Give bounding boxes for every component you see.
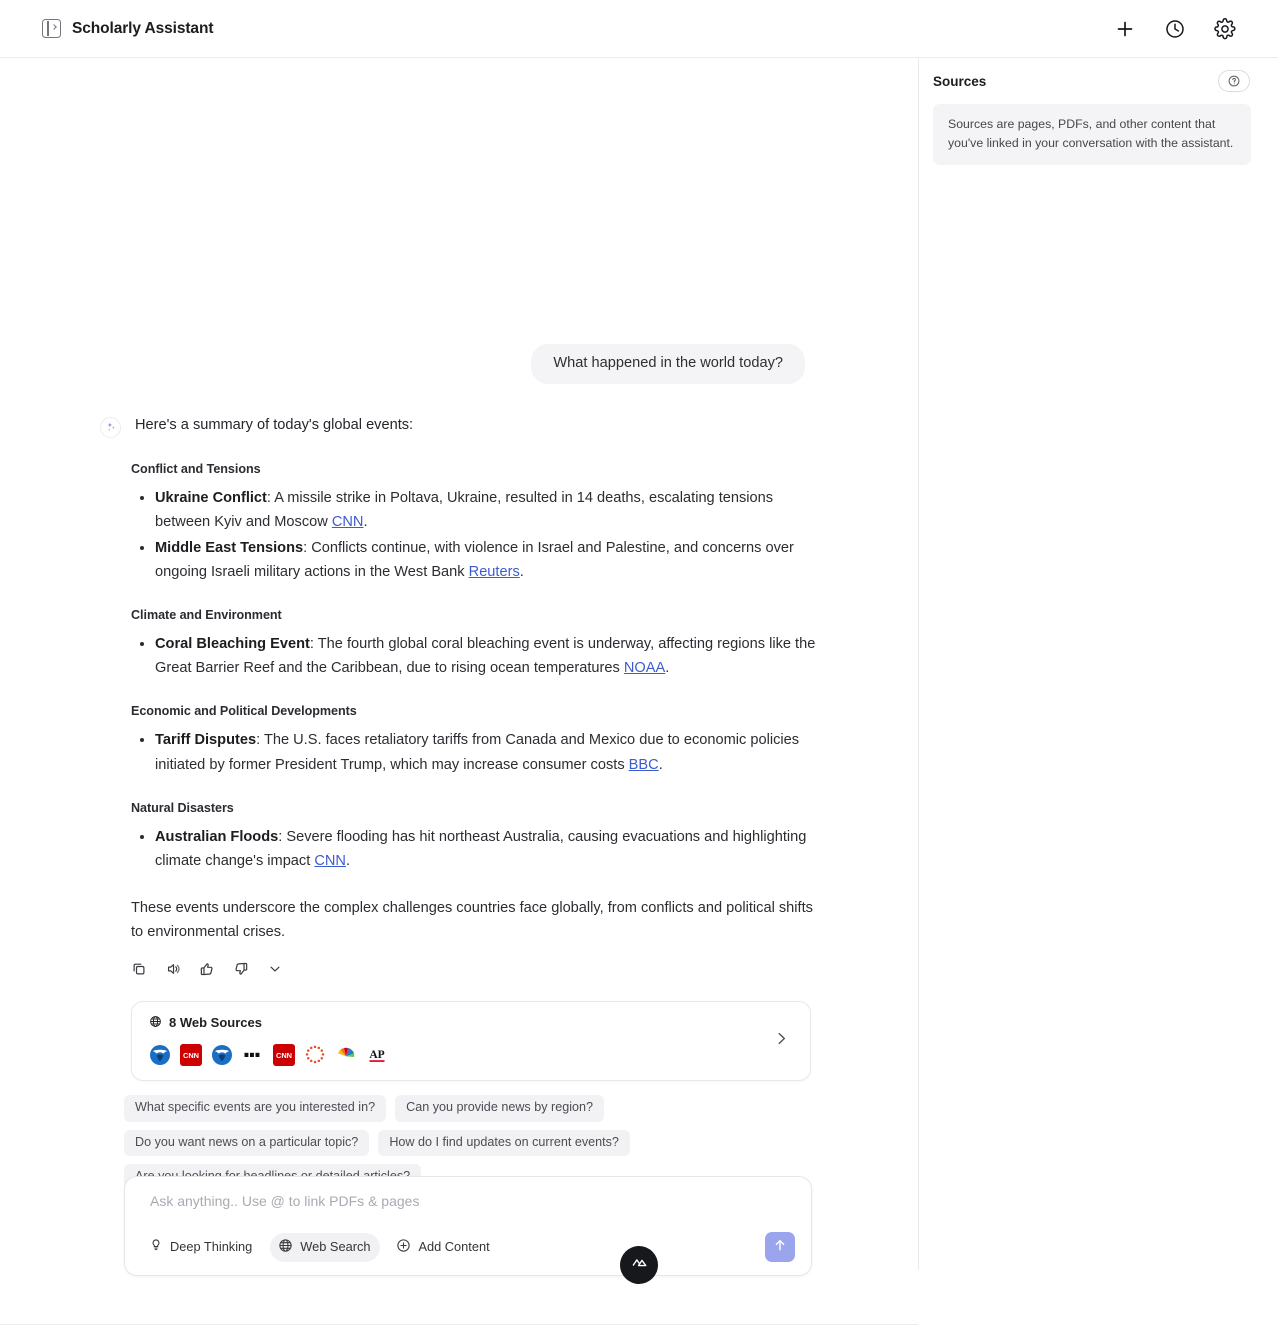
clock-icon[interactable] (1164, 18, 1186, 40)
svg-text:AP: AP (369, 1049, 384, 1061)
message-actions (131, 961, 818, 982)
item-text-tail: . (519, 564, 524, 581)
section-bullet-list: Australian Floods: Severe flooding has h… (131, 825, 818, 873)
send-arrow-icon (772, 1237, 788, 1258)
assistant-closing-text: These events underscore the complex chal… (131, 899, 813, 940)
list-item: Australian Floods: Severe flooding has h… (155, 825, 818, 873)
source-link[interactable]: Reuters (469, 564, 520, 580)
copy-icon[interactable] (131, 961, 147, 982)
thumbs-down-icon[interactable] (233, 961, 249, 982)
item-label: Tariff Disputes (155, 732, 257, 749)
web-search-toggle[interactable]: Web Search (270, 1232, 381, 1262)
header-left-group: Scholarly Assistant (0, 19, 213, 38)
reuters-logo (304, 1044, 326, 1066)
section-heading: Conflict and Tensions (131, 461, 261, 476)
web-sources-header: 8 Web Sources (149, 1015, 794, 1031)
conversation-thread: What happened in the world today? Here's… (0, 58, 918, 1192)
section-heading: Economic and Political Developments (131, 704, 357, 719)
ap-news-logo: AP (366, 1044, 388, 1066)
user-message-bubble: What happened in the world today? (531, 344, 805, 384)
add-content-label: Add Content (418, 1239, 490, 1254)
section-heading: Natural Disasters (131, 800, 234, 815)
item-text-tail: . (363, 514, 368, 531)
list-item: Middle East Tensions: Conflicts continue… (155, 536, 818, 584)
speaker-icon[interactable] (165, 961, 181, 982)
suggestion-chip[interactable]: What specific events are you interested … (124, 1094, 387, 1122)
section-bullet-list: Ukraine Conflict: A missile strike in Po… (131, 486, 818, 584)
web-sources-card[interactable]: 8 Web Sources CNN CNN AP (131, 1000, 811, 1081)
sidebar-toggle-icon[interactable] (42, 19, 61, 38)
sources-description: Sources are pages, PDFs, and other conte… (933, 104, 1251, 166)
list-item: Coral Bleaching Event: The fourth global… (155, 632, 818, 680)
list-item: Ukraine Conflict: A missile strike in Po… (155, 486, 818, 534)
svg-text:CNN: CNN (183, 1051, 199, 1060)
question-mark-icon[interactable] (1218, 70, 1250, 92)
chat-input[interactable] (141, 1193, 795, 1209)
app-title: Scholarly Assistant (72, 19, 214, 37)
header-actions (1114, 17, 1278, 40)
plus-icon[interactable] (1114, 18, 1136, 40)
composer-toolbar: Deep Thinking Web Search Add Content (141, 1232, 795, 1262)
mountain-logo-icon (630, 1253, 649, 1277)
plus-circle-icon (396, 1238, 411, 1256)
suggestion-chip[interactable]: Do you want news on a particular topic? (124, 1129, 370, 1157)
cnn-logo: CNN (273, 1043, 295, 1066)
item-label: Middle East Tensions (155, 540, 304, 557)
sources-title: Sources (933, 73, 987, 89)
item-text-tail: . (658, 756, 663, 773)
suggestion-chip[interactable]: How do I find updates on current events? (378, 1129, 630, 1157)
noaa-logo (149, 1044, 171, 1066)
item-label: Coral Bleaching Event (155, 636, 310, 653)
app-header: Scholarly Assistant (0, 0, 1278, 58)
bbc-logo (242, 1044, 264, 1066)
item-label: Ukraine Conflict (155, 489, 267, 506)
web-sources-label: 8 Web Sources (169, 1015, 262, 1031)
source-link[interactable]: CNN (314, 853, 346, 869)
assistant-message: Here's a summary of today's global event… (0, 384, 918, 1192)
chevron-down-icon[interactable] (267, 961, 283, 982)
user-message-row: What happened in the world today? (0, 58, 918, 384)
nbc-news-logo (335, 1044, 357, 1066)
svg-text:CNN: CNN (276, 1051, 292, 1060)
assistant-intro-row: Here's a summary of today's global event… (100, 415, 818, 438)
noaa-logo (211, 1044, 233, 1066)
lightbulb-icon (149, 1238, 163, 1255)
send-button[interactable] (765, 1232, 795, 1262)
globe-icon (149, 1015, 162, 1031)
source-link[interactable]: CNN (332, 514, 364, 530)
deep-thinking-toggle[interactable]: Deep Thinking (141, 1233, 262, 1261)
brand-badge[interactable] (620, 1246, 658, 1284)
suggestion-chip[interactable]: Can you provide news by region? (395, 1094, 605, 1122)
conversation-area: What happened in the world today? Here's… (0, 58, 918, 1325)
sparkles-icon (100, 416, 121, 438)
sources-panel-header: Sources (919, 58, 1278, 92)
source-link[interactable]: BBC (629, 757, 659, 773)
globe-icon (278, 1238, 293, 1256)
list-item: Tariff Disputes: The U.S. faces retaliat… (155, 728, 818, 776)
assistant-intro-text: Here's a summary of today's global event… (135, 416, 414, 433)
source-link[interactable]: NOAA (624, 660, 665, 676)
cnn-logo: CNN (180, 1043, 202, 1066)
section-heading: Climate and Environment (131, 608, 282, 623)
thumbs-up-icon[interactable] (199, 961, 215, 982)
web-search-label: Web Search (300, 1239, 371, 1254)
item-text-tail: . (665, 660, 670, 677)
composer: Deep Thinking Web Search Add Content (124, 1176, 812, 1276)
gear-icon[interactable] (1214, 17, 1236, 40)
item-text-tail: . (345, 852, 351, 869)
assistant-sections: Conflict and Tensions Ukraine Conflict: A… (131, 462, 818, 873)
web-sources-logo-row: CNN CNN AP (149, 1043, 794, 1066)
item-label: Australian Floods (155, 828, 279, 845)
chevron-right-icon[interactable] (773, 1030, 790, 1052)
add-content-button[interactable]: Add Content (388, 1233, 499, 1262)
section-bullet-list: Tariff Disputes: The U.S. faces retaliat… (131, 728, 818, 776)
section-bullet-list: Coral Bleaching Event: The fourth global… (131, 632, 818, 680)
sources-panel: Sources Sources are pages, PDFs, and oth… (918, 58, 1278, 1270)
deep-thinking-label: Deep Thinking (170, 1239, 253, 1254)
